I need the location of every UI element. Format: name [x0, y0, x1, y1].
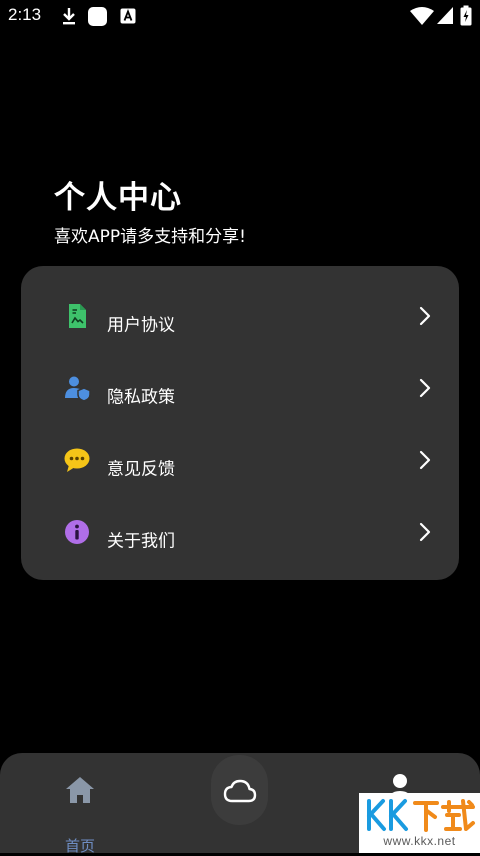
- document-icon: [69, 304, 86, 328]
- user-shield-icon: [65, 376, 91, 402]
- menu-item-about-us[interactable]: 关于我们: [21, 501, 459, 561]
- chevron-right-icon: [419, 378, 431, 398]
- status-bar: 2:13: [0, 0, 480, 32]
- menu-card: 用户协议 隐私政策 意见反馈 关于我们: [21, 266, 459, 580]
- square-app-icon: [88, 7, 107, 26]
- nav-home-tab[interactable]: 首页: [50, 773, 110, 855]
- menu-item-feedback[interactable]: 意见反馈: [21, 429, 459, 489]
- cloud-icon: [223, 779, 257, 803]
- menu-item-label: 隐私政策: [107, 387, 175, 408]
- info-icon: [65, 520, 89, 544]
- page-title: 个人中心: [54, 180, 182, 216]
- chevron-right-icon: [419, 522, 431, 542]
- home-icon: [66, 777, 94, 803]
- menu-item-label: 意见反馈: [107, 459, 175, 480]
- page-subtitle: 喜欢APP请多支持和分享!: [54, 227, 246, 247]
- nav-cloud-tab[interactable]: [211, 755, 268, 825]
- battery-charging-icon: [460, 5, 472, 26]
- wifi-icon: [410, 7, 434, 25]
- a-notification-icon: [120, 8, 136, 24]
- chat-bubble-icon: [64, 448, 90, 472]
- chevron-right-icon: [419, 450, 431, 470]
- menu-item-privacy-policy[interactable]: 隐私政策: [21, 357, 459, 417]
- download-icon: [63, 8, 75, 25]
- menu-item-label: 用户协议: [107, 315, 175, 336]
- chevron-right-icon: [419, 306, 431, 326]
- watermark: www.kkx.net: [359, 793, 480, 853]
- signal-icon: [437, 7, 453, 24]
- status-time: 2:13: [8, 5, 42, 24]
- kk-watermark-logo-icon: [367, 799, 475, 832]
- menu-item-label: 关于我们: [107, 531, 175, 552]
- menu-item-user-agreement[interactable]: 用户协议: [21, 285, 459, 345]
- watermark-url: www.kkx.net: [383, 834, 456, 848]
